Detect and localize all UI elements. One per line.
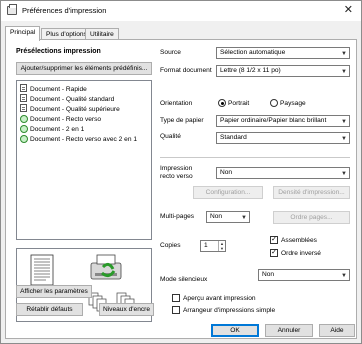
reverse-order-checkbox[interactable]: ✓ [270, 249, 278, 257]
duplex-select[interactable]: Non ▼ [216, 167, 350, 179]
chevron-down-icon: ▼ [341, 119, 347, 125]
simple-arranger-checkbox[interactable] [172, 306, 180, 314]
landscape-radio[interactable] [270, 99, 278, 107]
source-label: Source [160, 49, 181, 56]
restore-defaults-button[interactable]: Rétablir défauts [16, 303, 83, 316]
eco-icon [20, 114, 28, 123]
quality-select[interactable]: Standard ▼ [216, 132, 350, 144]
spin-arrows-icon[interactable]: ▲ ▼ [218, 241, 225, 251]
presets-list[interactable]: Document - Rapide Document - Qualité sta… [16, 80, 152, 240]
list-item[interactable]: Document - Qualité supérieure [20, 104, 120, 113]
duplex-label-line1: Impression [160, 165, 193, 172]
list-item[interactable]: Document - Qualité standard [20, 94, 114, 103]
chevron-down-icon: ▼ [341, 136, 347, 142]
cancel-button[interactable]: Annuler [265, 324, 313, 337]
copies-label: Copies [160, 242, 181, 249]
tab-principal[interactable]: Principal [5, 26, 41, 41]
eco-icon [20, 124, 28, 133]
orientation-label: Orientation [160, 100, 193, 107]
title-bar: Préférences d'impression ✕ [1, 1, 361, 21]
portrait-label: Portrait [228, 100, 250, 107]
source-select[interactable]: Sélection automatique ▼ [216, 47, 350, 59]
simple-arranger-label: Arrangeur d'impressions simple [183, 307, 276, 314]
document-icon [20, 94, 27, 102]
window-title: Préférences d'impression [22, 6, 107, 15]
document-icon [20, 104, 27, 112]
printer-duplex-icon [90, 254, 122, 280]
close-icon[interactable]: ✕ [344, 3, 353, 16]
collate-label: Assemblées [281, 237, 317, 244]
multipage-label: Multi-pages [160, 213, 195, 220]
ok-button[interactable]: OK [211, 324, 259, 337]
chevron-down-icon: ▼ [341, 69, 347, 75]
format-select[interactable]: Lettre (8 1/2 x 11 po) ▼ [216, 65, 350, 77]
print-preview-checkbox[interactable] [172, 294, 180, 302]
collate-checkbox[interactable]: ✓ [270, 236, 278, 244]
portrait-radio[interactable] [218, 99, 226, 107]
add-remove-presets-button[interactable]: Ajouter/supprimer les éléments prédéfini… [16, 62, 152, 75]
format-label: Format document [160, 67, 212, 74]
chevron-down-icon: ▼ [241, 215, 247, 221]
document-icon [20, 84, 27, 92]
print-density-button[interactable]: Densité d'impression... [273, 186, 350, 199]
eco-icon [20, 134, 28, 143]
multipage-select[interactable]: Non ▼ [206, 211, 250, 223]
print-preview-label: Aperçu avant impression [183, 295, 256, 302]
list-item[interactable]: Document - Rapide [20, 84, 87, 93]
printer-icon [7, 4, 17, 15]
page-order-button[interactable]: Ordre pages... [273, 211, 350, 224]
main-panel: Présélections impression Ajouter/supprim… [5, 39, 357, 339]
ink-levels-button[interactable]: Niveaux d'encre [99, 303, 154, 316]
paper-type-select[interactable]: Papier ordinaire/Papier blanc brillant ▼ [216, 115, 350, 127]
duplex-label-line2: recto verso [160, 173, 193, 180]
paper-type-label: Type de papier [160, 117, 204, 124]
copies-stepper[interactable]: 1 ▲ ▼ [200, 240, 226, 252]
list-item[interactable]: Document - Recto verso [20, 114, 101, 123]
quiet-mode-select[interactable]: Non ▼ [258, 269, 350, 281]
quiet-mode-label: Mode silencieux [160, 276, 208, 283]
print-preferences-window: Préférences d'impression ✕ Principal Plu… [0, 0, 362, 344]
list-item[interactable]: Document - Recto verso avec 2 en 1 [20, 134, 137, 143]
presets-heading: Présélections impression [16, 48, 101, 55]
section-divider [160, 157, 350, 158]
landscape-label: Paysage [280, 100, 306, 107]
page-preview-icon [30, 254, 54, 286]
configuration-button[interactable]: Configuration... [193, 186, 263, 199]
quality-label: Qualité [160, 133, 181, 140]
help-button[interactable]: Aide [319, 324, 355, 337]
chevron-down-icon: ▼ [341, 51, 347, 57]
list-item[interactable]: Document - 2 en 1 [20, 124, 84, 133]
chevron-down-icon: ▼ [341, 171, 347, 177]
show-settings-button[interactable]: Afficher les paramètres [16, 285, 92, 298]
reverse-order-label: Ordre inversé [281, 250, 321, 257]
chevron-down-icon: ▼ [341, 273, 347, 279]
